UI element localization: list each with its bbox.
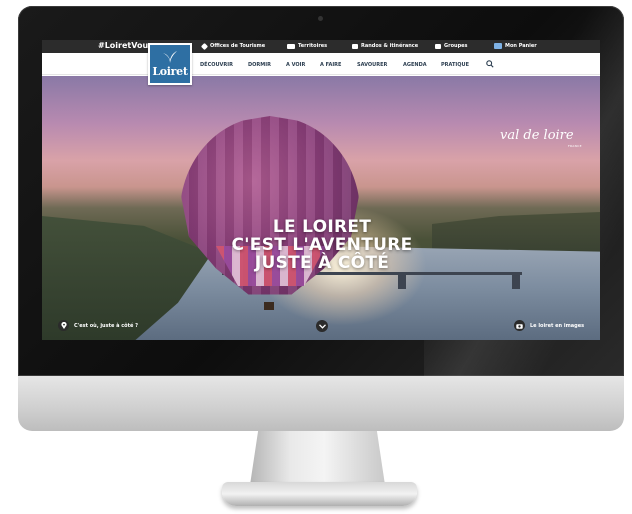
val-de-loire-brand: val de loire [500, 128, 574, 143]
top-utility-bar: #LoiretVous Offices de Tourisme Territoi… [42, 40, 600, 53]
nav-decouvrir[interactable]: DÉCOUVRIR [200, 62, 233, 68]
camera-icon [514, 320, 525, 331]
main-nav: DÉCOUVRIR DORMIR A VOIR A FAIRE SAVOURER… [42, 53, 600, 75]
users-icon [435, 43, 441, 49]
territoires-link[interactable]: Territoires [287, 43, 327, 49]
headline-line-2: C'EST L'AVENTURE [231, 235, 413, 255]
offices-tourisme-label: Offices de Tourisme [210, 43, 266, 49]
val-de-loire-sub: FRANCE [568, 144, 582, 148]
panier-link[interactable]: Mon Panier [494, 43, 537, 49]
basket-icon [494, 43, 502, 49]
search-icon[interactable] [486, 60, 494, 68]
images-link-label: Le loiret en images [530, 322, 585, 329]
map-pin-icon [200, 42, 209, 50]
nav-a-faire[interactable]: A FAIRE [320, 62, 341, 68]
offices-tourisme-link[interactable]: Offices de Tourisme [200, 42, 266, 50]
location-pin-icon [58, 320, 69, 331]
monitor-stand-base [222, 482, 417, 506]
hero-headline: LE LOIRET C'EST L'AVENTURE JUSTE À CÔTÉ [182, 218, 462, 272]
nav-savourer[interactable]: SAVOURER [357, 62, 387, 68]
nav-a-voir[interactable]: A VOIR [286, 62, 305, 68]
monitor-chin [18, 376, 624, 431]
map-icon [287, 43, 295, 49]
bridge-pillar [512, 275, 520, 289]
hashtag-link[interactable]: #LoiretVous [98, 41, 153, 50]
logo-text: Loiret [152, 65, 188, 78]
headline-line-1: LE LOIRET [272, 217, 372, 237]
randos-label: Randos & itinérance [361, 43, 419, 49]
scroll-down-button[interactable] [316, 320, 328, 332]
randos-link[interactable]: Randos & itinérance [352, 43, 418, 49]
panier-label: Mon Panier [505, 43, 537, 49]
territoires-label: Territoires [298, 43, 328, 49]
loiret-logo[interactable]: Loiret [148, 43, 192, 85]
location-link-label: C'est où, juste à côté ? [74, 322, 139, 329]
chevron-down-icon [318, 323, 326, 329]
headline-line-3: JUSTE À CÔTÉ [254, 253, 390, 273]
camera-dot [318, 16, 323, 21]
hero-banner: LE LOIRET C'EST L'AVENTURE JUSTE À CÔTÉ … [42, 76, 600, 340]
leaf-logo-icon [163, 51, 177, 63]
monitor-stand-neck [250, 431, 385, 485]
nav-pratique[interactable]: PRATIQUE [441, 62, 469, 68]
balloon-basket [264, 302, 274, 310]
book-icon [352, 43, 358, 49]
nav-dormir[interactable]: DORMIR [248, 62, 271, 68]
screen: #LoiretVous Offices de Tourisme Territoi… [42, 40, 600, 340]
groupes-label: Groupes [444, 43, 468, 49]
location-link[interactable]: C'est où, juste à côté ? [58, 320, 138, 331]
groupes-link[interactable]: Groupes [435, 43, 468, 49]
nav-agenda[interactable]: AGENDA [403, 62, 427, 68]
images-link[interactable]: Le loiret en images [514, 320, 584, 331]
bridge-pillar [398, 275, 406, 289]
